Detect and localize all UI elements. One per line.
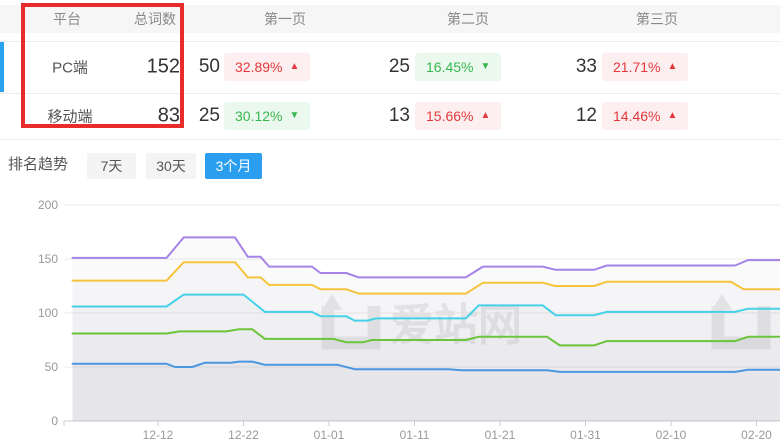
- x-axis-label: 01-21: [485, 428, 516, 442]
- percent-value: 14.46%: [613, 108, 660, 124]
- percent-badge: 32.89% ▲: [224, 53, 310, 81]
- trend-down-icon: ▼: [480, 62, 490, 72]
- x-axis-label: 01-01: [314, 428, 345, 442]
- percent-badge: 14.46% ▲: [602, 102, 688, 130]
- header-platform: 平台: [53, 5, 81, 33]
- x-axis-label: 02-10: [656, 428, 687, 442]
- y-axis-label: 50: [45, 360, 59, 374]
- percent-value: 15.66%: [426, 108, 473, 124]
- header-page2: 第二页: [447, 5, 489, 33]
- table-row: PC端1525032.89%▲2516.45%▼3321.71%▲: [0, 41, 780, 93]
- page-count-cell: 12: [527, 105, 597, 127]
- header-page1: 第一页: [264, 5, 306, 33]
- summary-table: 平台 总词数 第一页 第二页 第三页 PC端1525032.89%▲2516.4…: [0, 0, 780, 140]
- page-count-cell: 50: [150, 56, 220, 78]
- percent-value: 32.89%: [235, 59, 282, 75]
- percent-badge: 15.66% ▲: [415, 102, 501, 130]
- y-axis-label: 100: [38, 306, 58, 320]
- tab-3m[interactable]: 3个月: [205, 153, 262, 179]
- page-count-cell: 33: [527, 56, 597, 78]
- page-count-cell: 25: [150, 105, 220, 127]
- keyword-rank-dashboard: 平台 总词数 第一页 第二页 第三页 PC端1525032.89%▲2516.4…: [0, 0, 780, 445]
- trend-down-icon: ▼: [289, 111, 299, 121]
- platform-cell: PC端: [20, 57, 120, 78]
- y-axis-label: 150: [38, 252, 58, 266]
- page-count-cell: 25: [340, 56, 410, 78]
- x-axis-label: 01-11: [400, 428, 430, 442]
- y-axis-label: 0: [51, 414, 58, 428]
- tab-7d[interactable]: 7天: [87, 153, 136, 179]
- trend-up-icon: ▲: [667, 62, 677, 72]
- trend-chart-svg[interactable]: 爱站网爱站网05010015020012-1212-2201-0101-1101…: [0, 190, 780, 445]
- percent-badge: 21.71% ▲: [602, 53, 688, 81]
- page-count-cell: 13: [340, 105, 410, 127]
- percent-badge: 16.45% ▼: [415, 53, 501, 81]
- x-axis-label: 01-31: [570, 428, 601, 442]
- trend-tabs-bar: 排名趋势 7天 30天 3个月: [0, 140, 780, 190]
- percent-value: 21.71%: [613, 59, 660, 75]
- x-axis-label: 12-22: [228, 428, 259, 442]
- trend-up-icon: ▲: [667, 111, 677, 121]
- platform-cell: 移动端: [20, 106, 120, 127]
- x-axis-label: 02-20: [741, 428, 772, 442]
- tab-30d[interactable]: 30天: [146, 153, 196, 179]
- table-row: 移动端832530.12%▼1315.66%▲1214.46%▲: [0, 93, 780, 139]
- percent-value: 16.45%: [426, 59, 473, 75]
- percent-badge: 30.12% ▼: [224, 102, 310, 130]
- trend-chart[interactable]: 爱站网爱站网05010015020012-1212-2201-0101-1101…: [0, 190, 780, 445]
- y-axis-label: 200: [38, 198, 58, 212]
- trend-up-icon: ▲: [289, 62, 299, 72]
- header-total: 总词数: [134, 5, 176, 33]
- x-axis-label: 12-12: [143, 428, 174, 442]
- trend-up-icon: ▲: [480, 111, 490, 121]
- percent-value: 30.12%: [235, 108, 282, 124]
- header-page3: 第三页: [636, 5, 678, 33]
- trend-title: 排名趋势: [8, 140, 68, 190]
- active-row-accent-bar: [0, 42, 4, 92]
